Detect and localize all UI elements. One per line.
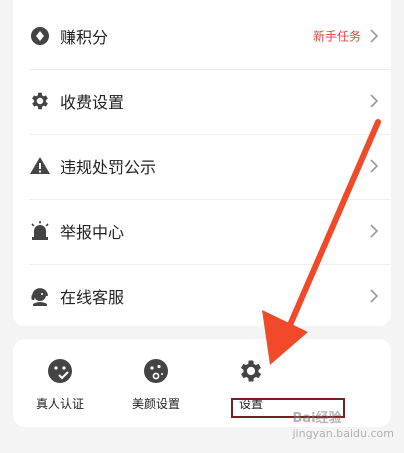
menu-item-label: 赚积分 <box>60 27 109 47</box>
menu-item-earn-points[interactable]: 赚积分 新手任务 <box>13 3 391 68</box>
diamond-icon <box>31 26 49 45</box>
chevron-right-icon <box>370 93 379 108</box>
tool-real-person-verify[interactable]: 真人认证 <box>24 357 96 412</box>
menu-item-fee-settings[interactable]: 收费设置 <box>13 68 391 133</box>
tool-label: 真人认证 <box>35 397 84 411</box>
verified-face-icon <box>48 359 72 383</box>
chevron-right-icon <box>370 28 379 43</box>
gear-icon <box>32 92 48 109</box>
support-agent-icon <box>31 287 48 306</box>
gear-icon <box>240 360 262 382</box>
new-user-task-badge[interactable]: 新手任务 <box>313 27 361 44</box>
chevron-right-icon <box>370 223 379 238</box>
warning-icon <box>30 156 50 174</box>
menu-item-label: 收费设置 <box>60 92 125 112</box>
menu-item-violation-notice[interactable]: 违规处罚公示 <box>13 133 391 198</box>
watermark-text: Bai <box>292 411 316 426</box>
menu-card: 赚积分 新手任务 收费设置 违规处罚公示 举报中心 在线客服 <box>13 0 391 326</box>
beauty-face-icon <box>144 359 168 383</box>
watermark-sub: jingyan.baidu.com <box>292 427 394 440</box>
menu-item-label: 违规处罚公示 <box>60 157 157 177</box>
menu-item-label: 在线客服 <box>60 287 125 307</box>
chevron-right-icon <box>370 158 379 173</box>
menu-item-report-center[interactable]: 举报中心 <box>13 198 391 263</box>
tool-beauty-settings[interactable]: 美颜设置 <box>120 357 192 412</box>
tool-label: 美颜设置 <box>131 397 180 411</box>
menu-item-label: 举报中心 <box>60 222 125 242</box>
menu-item-online-support[interactable]: 在线客服 <box>13 263 391 328</box>
watermark-suffix: 经验 <box>315 411 342 426</box>
chevron-right-icon <box>370 288 379 303</box>
siren-icon <box>31 220 49 240</box>
watermark: Bai经验 jingyan.baidu.com <box>292 407 394 441</box>
